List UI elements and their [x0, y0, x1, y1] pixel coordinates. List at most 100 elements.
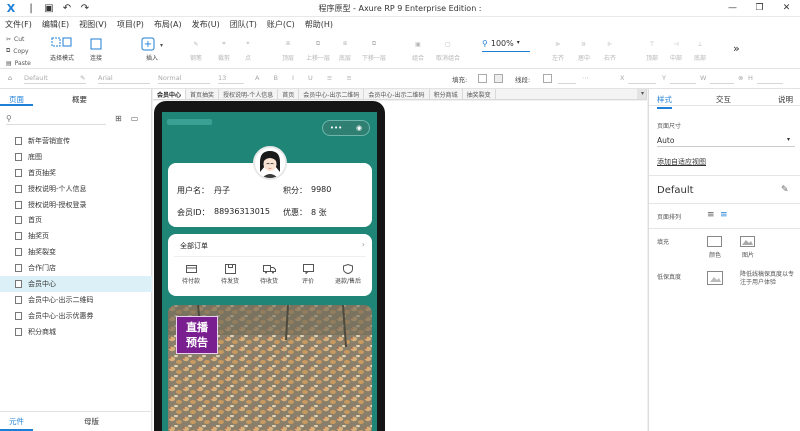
page-item[interactable]: 会员中心-出示二维码: [0, 292, 152, 308]
add-folder-icon[interactable]: ▭: [131, 114, 139, 123]
all-orders-label[interactable]: 全部订单: [180, 241, 208, 251]
add-page-icon[interactable]: ⊞: [115, 114, 122, 123]
more-tools-icon[interactable]: »: [733, 42, 740, 55]
close-icon[interactable]: ✕: [773, 0, 800, 17]
doc-tab[interactable]: 授权说明-个人信息: [219, 89, 279, 99]
doc-tab[interactable]: 首页: [278, 89, 300, 99]
align-bottom-icon: ⊥: [697, 40, 703, 48]
line-color-swatch[interactable]: [543, 74, 552, 83]
y-input[interactable]: [670, 74, 696, 84]
order-pending-ship[interactable]: 待发货: [210, 262, 250, 285]
doc-tab[interactable]: 会员中心-出示二维码: [299, 89, 365, 99]
align-center-page-icon[interactable]: ≡: [720, 210, 728, 220]
align-left-page-icon[interactable]: ≡: [707, 210, 715, 220]
tab-notes[interactable]: 说明: [778, 94, 793, 105]
zoom-control[interactable]: ⚲ 100% ▾: [482, 39, 520, 48]
redo-icon[interactable]: ↷: [76, 3, 94, 14]
tab-pages[interactable]: 页面: [0, 89, 33, 106]
page-item[interactable]: 底图: [0, 149, 152, 165]
tab-outline[interactable]: 概要: [63, 89, 96, 106]
doc-tab[interactable]: 积分商城: [430, 89, 463, 99]
line-width-input[interactable]: [558, 74, 576, 84]
chevron-right-icon[interactable]: ›: [362, 240, 365, 249]
menu-file[interactable]: 文件(F): [5, 19, 32, 30]
page-item-selected[interactable]: 会员中心: [0, 276, 152, 292]
live-preview-banner[interactable]: 直播 预告: [168, 305, 372, 431]
x-input[interactable]: [628, 74, 656, 84]
paste-button[interactable]: ▤ Paste: [6, 57, 31, 69]
add-adaptive-view-link[interactable]: 添加自适应视图: [657, 157, 706, 167]
insert-button[interactable]: + ▾ 插入: [132, 35, 172, 62]
menu-help[interactable]: 帮助(H): [305, 19, 333, 30]
fill-color-swatch[interactable]: [707, 236, 722, 247]
page-item[interactable]: 授权说明-个人信息: [0, 181, 152, 197]
w-input[interactable]: [710, 74, 734, 84]
page-size-select[interactable]: Auto: [657, 136, 674, 145]
weight-select[interactable]: Normal: [158, 74, 210, 84]
menu-account[interactable]: 账户(C): [267, 19, 295, 30]
line-style-icon[interactable]: ⋯: [582, 74, 589, 82]
page-item[interactable]: 首页抽奖: [0, 165, 152, 181]
page-item[interactable]: 抽奖裂变: [0, 244, 152, 260]
menu-view[interactable]: 视图(V): [79, 19, 107, 30]
undo-icon[interactable]: ↶: [58, 3, 76, 14]
design-canvas[interactable]: ••• ◉ 用户名： 丹子 积分： 9980 会员ID： 88936313015…: [153, 101, 647, 431]
align-right-icon: ⊩: [607, 40, 613, 48]
h-input[interactable]: [757, 74, 783, 84]
page-item[interactable]: 积分商城: [0, 324, 152, 340]
tab-style[interactable]: 样式: [657, 94, 672, 109]
connect-button[interactable]: 连接: [84, 35, 108, 62]
menu-layout[interactable]: 布局(A): [154, 19, 182, 30]
tabs-dropdown-icon[interactable]: ▾: [637, 89, 647, 99]
order-refund[interactable]: 退款/售后: [328, 262, 368, 285]
text-format-icons[interactable]: A B I U ≡ ≡: [255, 74, 358, 82]
order-review[interactable]: 评价: [288, 262, 328, 285]
document-tabs: 会员中心 首页抽奖 授权说明-个人信息 首页 会员中心-出示二维码 会员中心-出…: [153, 89, 647, 100]
fill-color-swatch[interactable]: [478, 74, 487, 83]
divider: [649, 175, 800, 176]
doc-tab[interactable]: 会员中心-出示二维码: [364, 89, 430, 99]
tab-masters[interactable]: 母版: [75, 412, 108, 431]
paint-icon[interactable]: ⌂: [8, 74, 12, 82]
doc-tab[interactable]: 会员中心: [153, 89, 187, 99]
doc-tab[interactable]: 首页抽奖: [186, 89, 220, 99]
font-size-select[interactable]: 13: [218, 74, 244, 84]
point-button[interactable]: ⌖ 点: [230, 35, 266, 62]
align-right-button[interactable]: ⊩ 右齐: [592, 35, 628, 63]
edit-style-icon[interactable]: ✎: [781, 185, 789, 195]
menu-project[interactable]: 项目(P): [117, 19, 144, 30]
copy-button[interactable]: ⧉ Copy: [6, 45, 31, 57]
ungroup-button[interactable]: ▢ 取消组合: [428, 35, 468, 63]
page-item[interactable]: 抽奖页: [0, 228, 152, 244]
page-search-input[interactable]: ⚲: [6, 113, 106, 125]
doc-tab[interactable]: 抽奖裂变: [463, 89, 496, 99]
mini-program-capsule[interactable]: ••• ◉: [322, 120, 370, 136]
fill-image-icon[interactable]: [740, 236, 755, 247]
restore-icon[interactable]: ❐: [746, 0, 773, 17]
menu-team[interactable]: 团队(T): [230, 19, 257, 30]
low-fidelity-toggle[interactable]: [707, 271, 723, 285]
style-edit-icon[interactable]: ✎: [80, 74, 85, 82]
tab-interact[interactable]: 交互: [716, 94, 731, 105]
page-item[interactable]: 首页: [0, 212, 152, 228]
down-layer-button[interactable]: ⧉ 下移一层: [352, 35, 396, 62]
shadow-swatch[interactable]: [494, 74, 503, 83]
save-icon[interactable]: ▣: [40, 3, 58, 14]
style-select[interactable]: Default: [24, 74, 86, 84]
page-item[interactable]: 授权说明-授权登录: [0, 197, 152, 213]
tab-widgets[interactable]: 元件: [0, 412, 33, 431]
lock-ratio-icon[interactable]: ⊗: [738, 74, 743, 82]
select-mode-button[interactable]: 选择模式: [42, 35, 82, 62]
page-item[interactable]: 合作门店: [0, 260, 152, 276]
menu-publish[interactable]: 发布(U): [192, 19, 220, 30]
font-select[interactable]: Arial: [98, 74, 150, 84]
order-pending-payment[interactable]: 待付款: [171, 262, 211, 285]
page-item[interactable]: 新年营销宣传: [0, 133, 152, 149]
chevron-down-icon[interactable]: ▾: [787, 136, 790, 143]
cut-button[interactable]: ✂ Cut: [6, 33, 31, 45]
page-item[interactable]: 会员中心-出示优惠券: [0, 308, 152, 324]
order-pending-receive[interactable]: 待收货: [249, 262, 289, 285]
align-bottom-button[interactable]: ⊥ 底部: [682, 35, 718, 63]
menu-edit[interactable]: 编辑(E): [42, 19, 69, 30]
minimize-icon[interactable]: —: [719, 0, 746, 17]
